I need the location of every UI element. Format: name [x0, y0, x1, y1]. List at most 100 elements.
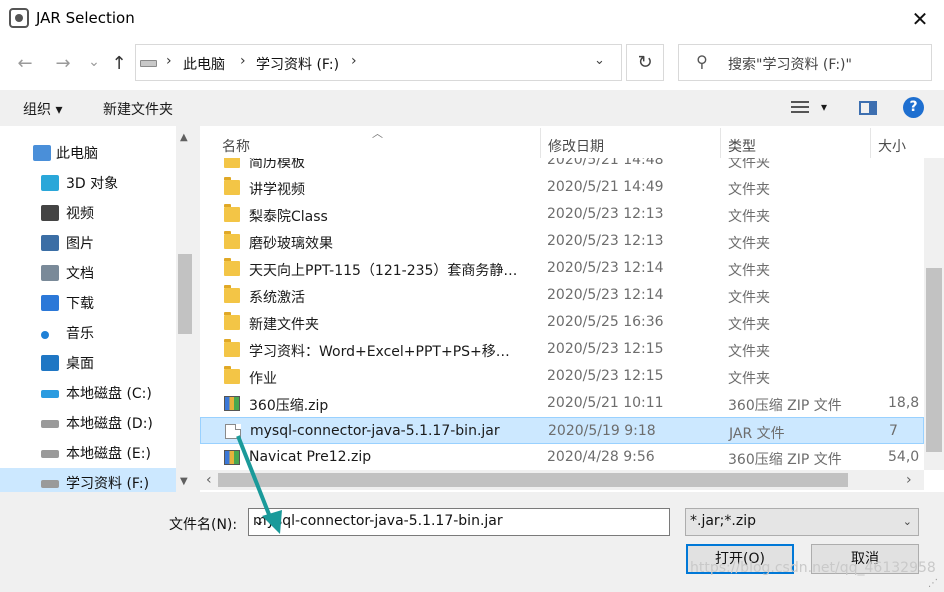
new-folder-button[interactable]: 新建文件夹: [103, 99, 173, 119]
file-row[interactable]: 学习资料：Word+Excel+PPT+PS+移… 2020/5/23 12:15…: [200, 336, 924, 363]
file-date: 2020/5/23 12:15: [547, 341, 664, 357]
back-button[interactable]: ←: [13, 52, 37, 76]
tree-item[interactable]: 文档: [0, 258, 176, 288]
file-name: 梨泰院Class: [249, 209, 328, 225]
search-input[interactable]: ⚲ 搜索"学习资料 (F:)": [678, 44, 932, 81]
column-header-modified[interactable]: 修改日期: [548, 136, 604, 156]
column-header-name[interactable]: 名称: [222, 136, 250, 156]
breadcrumb-this-pc[interactable]: 此电脑: [183, 54, 225, 74]
refresh-button[interactable]: ↻: [626, 44, 664, 81]
file-date: 2020/5/25 16:36: [547, 314, 664, 330]
file-name: 新建文件夹: [249, 317, 319, 333]
tree-item[interactable]: 此电脑: [0, 138, 176, 168]
tree-item-label: 音乐: [66, 326, 94, 342]
tree-item[interactable]: 本地磁盘 (D:): [0, 408, 176, 438]
file-type: 360压缩 ZIP 文件: [728, 452, 842, 468]
title-bar: [0, 0, 944, 38]
file-row[interactable]: mysql-connector-java-5.1.17-bin.jar 2020/…: [200, 417, 924, 444]
tree-item[interactable]: 桌面: [0, 348, 176, 378]
tree-scroll-down-icon[interactable]: ▼: [180, 476, 188, 487]
column-divider[interactable]: [870, 128, 871, 158]
tree-item[interactable]: 本地磁盘 (C:): [0, 378, 176, 408]
file-row[interactable]: 磨砂玻璃效果 2020/5/23 12:13 文件夹: [200, 228, 924, 255]
file-row[interactable]: 新建文件夹 2020/5/25 16:36 文件夹: [200, 309, 924, 336]
file-list: 简历模板 2020/5/21 14:48 文件夹 讲学视频 2020/5/21 14:4…: [200, 126, 944, 492]
sort-ascending-icon: ︿: [372, 127, 383, 140]
recent-locations-button[interactable]: ⌄: [82, 50, 106, 74]
organize-button[interactable]: 组织 ▾: [23, 99, 62, 119]
file-name: 天天向上PPT-115（121-235）套商务静…: [249, 263, 518, 279]
tree-item-label: 视频: [66, 206, 94, 222]
document-icon: [41, 265, 59, 281]
column-header-type[interactable]: 类型: [728, 136, 756, 156]
file-row[interactable]: 梨泰院Class 2020/5/23 12:13 文件夹: [200, 201, 924, 228]
address-dropdown-icon[interactable]: ⌄: [594, 53, 605, 68]
window-title: JAR Selection: [36, 9, 135, 27]
tree-item[interactable]: 音乐: [0, 318, 176, 348]
zip-archive-icon: [224, 396, 240, 411]
tree-item[interactable]: 本地磁盘 (E:): [0, 438, 176, 468]
tree-item[interactable]: 视频: [0, 198, 176, 228]
file-row[interactable]: 天天向上PPT-115（121-235）套商务静… 2020/5/23 12:14…: [200, 255, 924, 282]
file-row[interactable]: 作业 2020/5/23 12:15 文件夹: [200, 363, 924, 390]
tree-scrollbar-thumb[interactable]: [178, 254, 192, 334]
file-date: 2020/5/23 12:13: [547, 233, 664, 249]
tree-item[interactable]: 下载: [0, 288, 176, 318]
breadcrumb-chevron-icon[interactable]: ›: [351, 53, 357, 69]
annotation-arrow-icon: [236, 435, 282, 534]
file-date: 2020/5/23 12:14: [547, 260, 664, 276]
tree-item[interactable]: 图片: [0, 228, 176, 258]
file-type-dropdown-icon[interactable]: ⌄: [903, 515, 912, 528]
column-divider[interactable]: [720, 128, 721, 158]
horizontal-scrollbar-thumb[interactable]: [218, 473, 848, 487]
file-name: 磨砂玻璃效果: [249, 236, 333, 252]
file-type: 文件夹: [728, 371, 770, 387]
file-row[interactable]: 讲学视频 2020/5/21 14:49 文件夹: [200, 174, 924, 201]
scroll-right-icon[interactable]: ›: [906, 472, 912, 488]
tree-item[interactable]: 3D 对象: [0, 168, 176, 198]
folder-icon: [224, 366, 240, 384]
scroll-left-icon[interactable]: ‹: [206, 472, 212, 488]
tree-scroll-up-icon[interactable]: ▲: [180, 132, 188, 143]
file-type-select[interactable]: *.jar;*.zip ⌄: [685, 508, 919, 536]
resize-grip-icon[interactable]: ⋰: [928, 578, 938, 589]
folder-icon: [224, 339, 240, 357]
column-header-size[interactable]: 大小: [878, 136, 906, 156]
column-header-row: 名称 ︿ 修改日期 类型 大小: [200, 127, 944, 158]
file-row[interactable]: 系统激活 2020/5/23 12:14 文件夹: [200, 282, 924, 309]
tree-item-label: 图片: [66, 236, 94, 252]
breadcrumb-drive-f[interactable]: 学习资料 (F:): [256, 54, 339, 74]
close-button[interactable]: ✕: [900, 3, 940, 35]
preview-pane-icon[interactable]: [859, 101, 877, 115]
filename-dropdown-icon[interactable]: ⌄: [253, 513, 664, 529]
file-name: 360压缩.zip: [249, 398, 329, 414]
breadcrumb-chevron-icon[interactable]: ›: [166, 53, 172, 69]
filename-input[interactable]: mysql-connector-java-5.1.17-bin.jar ⌄: [248, 508, 670, 536]
view-details-icon[interactable]: [791, 100, 809, 114]
tree-item-label: 桌面: [66, 356, 94, 372]
desktop-icon: [41, 355, 59, 371]
tree-item-label: 本地磁盘 (D:): [66, 416, 153, 432]
drive-icon: [41, 480, 59, 488]
column-divider[interactable]: [540, 128, 541, 158]
file-list-scrollbar-thumb[interactable]: [926, 268, 942, 452]
file-row[interactable]: Navicat Pre12.zip 2020/4/28 9:56 360压缩 ZIP…: [200, 444, 924, 471]
video-icon: [41, 205, 59, 221]
navigation-tree: 此电脑 3D 对象视频图片文档 下载音乐桌面本地磁盘 (C:) 本地磁盘 (D:) 本地…: [0, 126, 194, 492]
folder-icon: [224, 204, 240, 222]
view-options-dropdown[interactable]: ▾: [821, 100, 827, 114]
up-button[interactable]: ↑: [107, 52, 131, 76]
breadcrumb-chevron-icon[interactable]: ›: [240, 53, 246, 69]
file-type: JAR 文件: [729, 426, 785, 442]
help-icon[interactable]: ?: [903, 97, 924, 118]
file-type: 文件夹: [728, 209, 770, 225]
folder-icon: [224, 258, 240, 276]
file-type-value: *.jar;*.zip: [690, 513, 756, 529]
forward-button[interactable]: →: [51, 52, 75, 76]
address-bar[interactable]: › 此电脑 › 学习资料 (F:) › ⌄: [135, 44, 622, 81]
file-type: 文件夹: [728, 182, 770, 198]
file-name: 系统激活: [249, 290, 305, 306]
file-name: 学习资料：Word+Excel+PPT+PS+移…: [249, 344, 510, 360]
file-row[interactable]: 360压缩.zip 2020/5/21 10:11 360压缩 ZIP 文件 18,8: [200, 390, 924, 417]
tree-item[interactable]: 学习资料 (F:): [0, 468, 176, 492]
